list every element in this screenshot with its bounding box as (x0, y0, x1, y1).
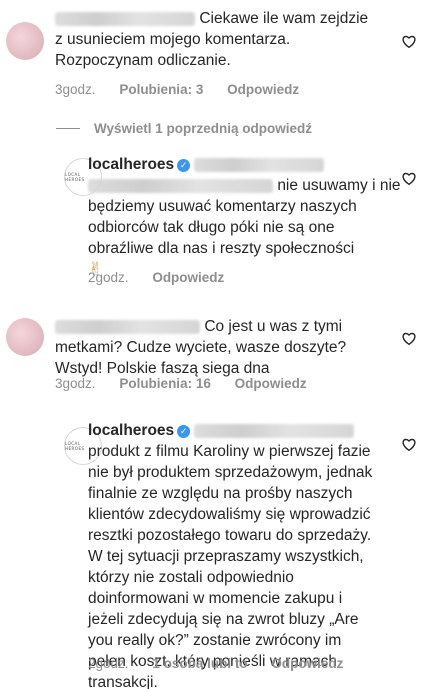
comment-meta: 2godz. 1 osoba lubi to Odpowiedz (88, 656, 363, 671)
blurred-username (55, 319, 200, 334)
timestamp: 3godz. (55, 82, 96, 97)
timestamp: 3godz. (55, 376, 96, 391)
blurred-mention (88, 178, 273, 193)
blurred-mention (194, 157, 325, 172)
reply-comment: LOCAL HEROES localheroes ✓ nie usuwamy i … (0, 150, 440, 290)
reply-button[interactable]: Odpowiedz (227, 82, 299, 97)
reply-button[interactable]: Odpowiedz (152, 270, 224, 285)
blurred-username (55, 11, 195, 26)
verified-badge-icon: ✓ (177, 425, 191, 438)
reply-button[interactable]: Odpowiedz (271, 656, 343, 671)
comment-meta: 2godz. Odpowiedz (88, 270, 244, 285)
avatar[interactable] (6, 318, 44, 356)
heart-icon[interactable] (402, 332, 416, 345)
likes-count[interactable]: Polubienia: 3 (119, 82, 203, 97)
username[interactable]: localheroes (88, 422, 174, 439)
username[interactable]: localheroes (88, 156, 174, 173)
comment-text: Co jest u was z tymi metkami? Cudze wyci… (55, 318, 347, 377)
reply-comment: LOCAL HEROES localheroes ✓ produkt z film… (0, 420, 440, 689)
comment-meta: 3godz. Polubienia: 16 Odpowiedz (55, 376, 327, 391)
comment-text: localheroes ✓ produkt z filmu Karoliny w … (88, 422, 373, 689)
view-previous-replies[interactable]: Wyświetl 1 poprzednią odpowiedź (56, 121, 312, 136)
verified-badge-icon: ✓ (177, 159, 191, 172)
comment-meta: 3godz. Polubienia: 3 Odpowiedz (55, 82, 319, 97)
heart-icon[interactable] (402, 35, 416, 48)
reply-button[interactable]: Odpowiedz (235, 376, 307, 391)
heart-icon[interactable] (402, 438, 416, 451)
heart-icon[interactable] (402, 172, 416, 185)
comment: Co jest u was z tymi metkami? Cudze wyci… (0, 308, 440, 403)
blurred-mention (194, 423, 355, 438)
comment-text: localheroes ✓ nie usuwamy i nie będziemy … (88, 156, 401, 280)
divider (56, 128, 80, 129)
comment: Ciekawe ile wam zejdzie z usunieciem moj… (0, 0, 440, 110)
comment-text: Ciekawe ile wam zejdzie z usunieciem moj… (55, 10, 369, 69)
likes-count[interactable]: Polubienia: 16 (119, 376, 211, 391)
likes-count[interactable]: 1 osoba lubi to (152, 656, 247, 671)
avatar[interactable] (6, 22, 44, 60)
timestamp: 2godz. (88, 270, 129, 285)
timestamp: 2godz. (88, 656, 129, 671)
